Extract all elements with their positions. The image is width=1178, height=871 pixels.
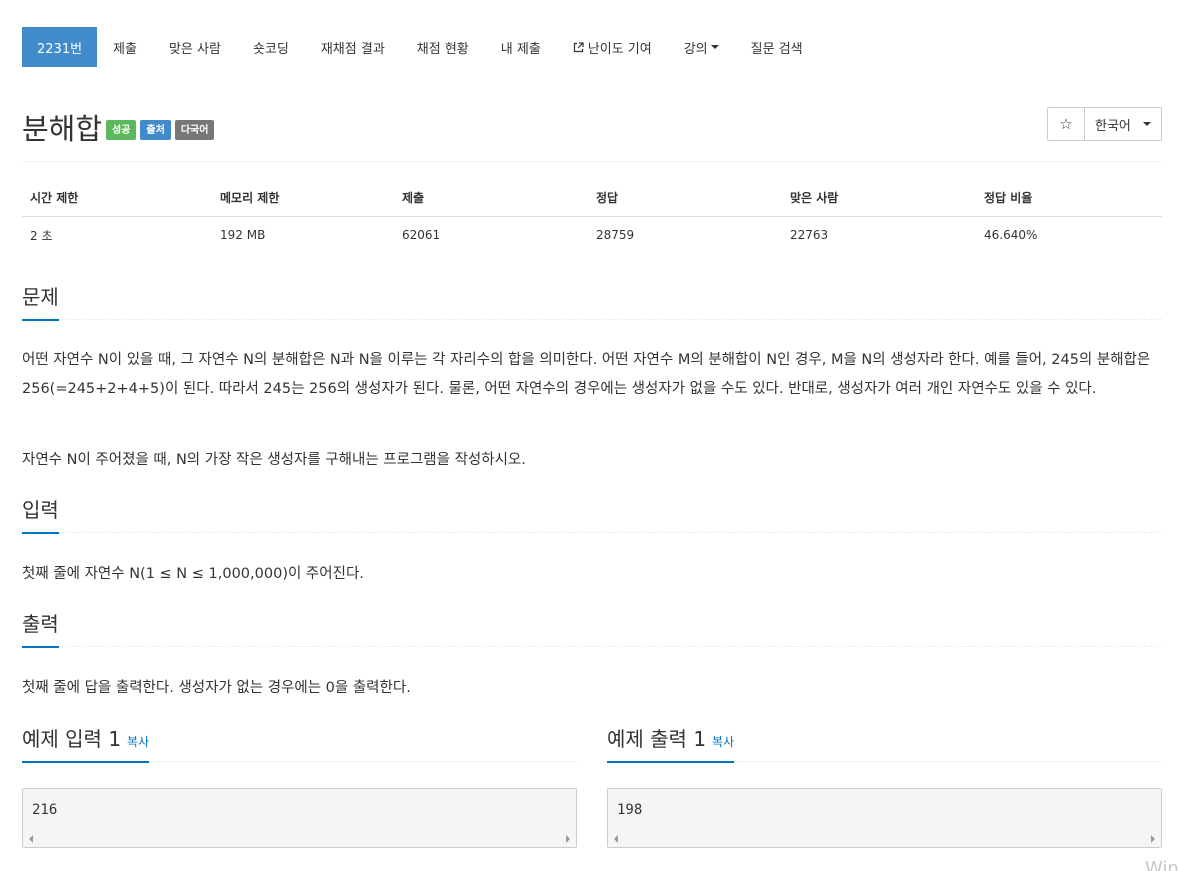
td-accept-ratio: 46.640% <box>984 228 1038 243</box>
th-memory-limit: 메모리 제한 <box>212 180 394 217</box>
nav-problem-number[interactable]: 2231번 <box>22 27 98 67</box>
table-header-row: 시간 제한 메모리 제한 제출 정답 맞은 사람 정답 비율 <box>22 180 1162 217</box>
th-accepted-users: 맞은 사람 <box>782 180 976 217</box>
td-submissions: 62061 <box>402 228 441 243</box>
caret-down-icon <box>1142 122 1151 126</box>
nav-my-submissions[interactable]: 내 제출 <box>485 27 557 67</box>
label-success[interactable]: 성공 <box>106 120 137 140</box>
input-headline: 입력 <box>22 497 1162 534</box>
title-button-group: ☆ 한국어 <box>1047 107 1162 141</box>
nav-submit[interactable]: 제출 <box>97 27 153 67</box>
nav-short-coding[interactable]: 숏코딩 <box>237 27 305 67</box>
horizontal-scrollbar[interactable] <box>23 830 576 847</box>
star-button[interactable]: ☆ <box>1047 107 1085 141</box>
star-icon: ☆ <box>1059 115 1073 133</box>
nav-label: 숏코딩 <box>252 41 289 57</box>
th-accepted: 정답 <box>588 180 782 217</box>
description-headline: 문제 <box>22 284 1162 321</box>
nav-label: 재채점 결과 <box>320 41 385 57</box>
nav-difficulty-contribution[interactable]: 난이도 기여 <box>557 27 668 67</box>
table-row: 2 초 192 MB 62061 28759 22763 46.640% <box>22 216 1162 254</box>
scroll-right-icon[interactable] <box>1151 835 1155 843</box>
nav-rejudge-results[interactable]: 재채점 결과 <box>305 27 401 67</box>
problem-info-table: 시간 제한 메모리 제한 제출 정답 맞은 사람 정답 비율 2 초 192 M… <box>22 180 1162 254</box>
problem-header: 분해합 성공 출처 다국어 ☆ 한국어 <box>22 104 1162 162</box>
nav-label: 난이도 기여 <box>587 41 652 57</box>
copy-sample-input-button[interactable]: 복사 <box>127 735 149 749</box>
sample-output-headline: 예제 출력 1 복사 <box>607 726 1162 763</box>
output-text: 첫째 줄에 답을 출력한다. 생성자가 없는 경우에는 0을 출력한다. <box>22 680 411 696</box>
caret-down-icon <box>710 45 719 49</box>
sample-output-value: 198 <box>617 802 643 818</box>
language-label: 한국어 <box>1095 118 1131 134</box>
output-title: 출력 <box>22 612 59 648</box>
th-accept-ratio: 정답 비율 <box>976 180 1162 217</box>
nav-lecture-dropdown[interactable]: 강의 <box>668 27 735 67</box>
horizontal-scrollbar[interactable] <box>608 830 1161 847</box>
nav-label: 질문 검색 <box>750 41 803 57</box>
sample-output-title: 예제 출력 1 <box>607 727 707 751</box>
description-title: 문제 <box>22 285 59 321</box>
nav-label: 채점 현황 <box>416 41 469 57</box>
nav-judge-status[interactable]: 채점 현황 <box>401 27 485 67</box>
nav-label: 맞은 사람 <box>168 41 221 57</box>
nav-label: 강의 <box>683 41 708 57</box>
nav-label: 2231번 <box>37 41 83 57</box>
nav-label: 제출 <box>113 41 137 57</box>
sample-output-title-wrap: 예제 출력 1 복사 <box>607 727 735 763</box>
external-link-icon <box>573 41 584 53</box>
label-multilingual[interactable]: 다국어 <box>174 120 215 140</box>
nav-label: 내 제출 <box>500 41 541 57</box>
th-submissions: 제출 <box>394 180 588 217</box>
input-text: 첫째 줄에 자연수 N(1 ≤ N ≤ 1,000,000)이 주어진다. <box>22 566 364 582</box>
problem-nav: 2231번 제출 맞은 사람 숏코딩 재채점 결과 채점 현황 내 제출 난이도… <box>22 27 819 67</box>
sample-input-title-wrap: 예제 입력 1 복사 <box>22 727 150 763</box>
description-paragraph-2: 자연수 N이 주어졌을 때, N의 가장 작은 생성자를 구해내는 프로그램을 … <box>22 452 526 468</box>
output-headline: 출력 <box>22 611 1162 648</box>
language-dropdown[interactable]: 한국어 <box>1085 107 1162 141</box>
sample-input-headline: 예제 입력 1 복사 <box>22 726 578 763</box>
nav-question-search[interactable]: 질문 검색 <box>735 27 819 67</box>
nav-accepted-users[interactable]: 맞은 사람 <box>153 27 237 67</box>
copy-sample-output-button[interactable]: 복사 <box>712 735 734 749</box>
sample-output-box[interactable]: 198 <box>607 788 1162 848</box>
td-accepted-users: 22763 <box>790 228 829 243</box>
problem-labels: 성공 출처 다국어 <box>106 120 215 140</box>
sample-input-box[interactable]: 216 <box>22 788 577 848</box>
th-time-limit: 시간 제한 <box>22 180 212 217</box>
scroll-left-icon[interactable] <box>29 835 33 843</box>
td-accepted: 28759 <box>596 228 635 243</box>
page-title: 분해합 <box>22 112 103 146</box>
scroll-left-icon[interactable] <box>614 835 618 843</box>
scroll-right-icon[interactable] <box>566 835 570 843</box>
windows-watermark: Win <box>1145 858 1178 871</box>
label-source[interactable]: 출처 <box>140 120 171 140</box>
td-memory-limit: 192 MB <box>220 228 266 243</box>
sample-input-title: 예제 입력 1 <box>22 727 122 751</box>
input-title: 입력 <box>22 498 59 534</box>
td-time-limit: 2 초 <box>30 228 53 243</box>
description-paragraph-1: 어떤 자연수 N이 있을 때, 그 자연수 N의 분해합은 N과 N을 이루는 … <box>22 352 1151 397</box>
sample-input-value: 216 <box>32 802 58 818</box>
